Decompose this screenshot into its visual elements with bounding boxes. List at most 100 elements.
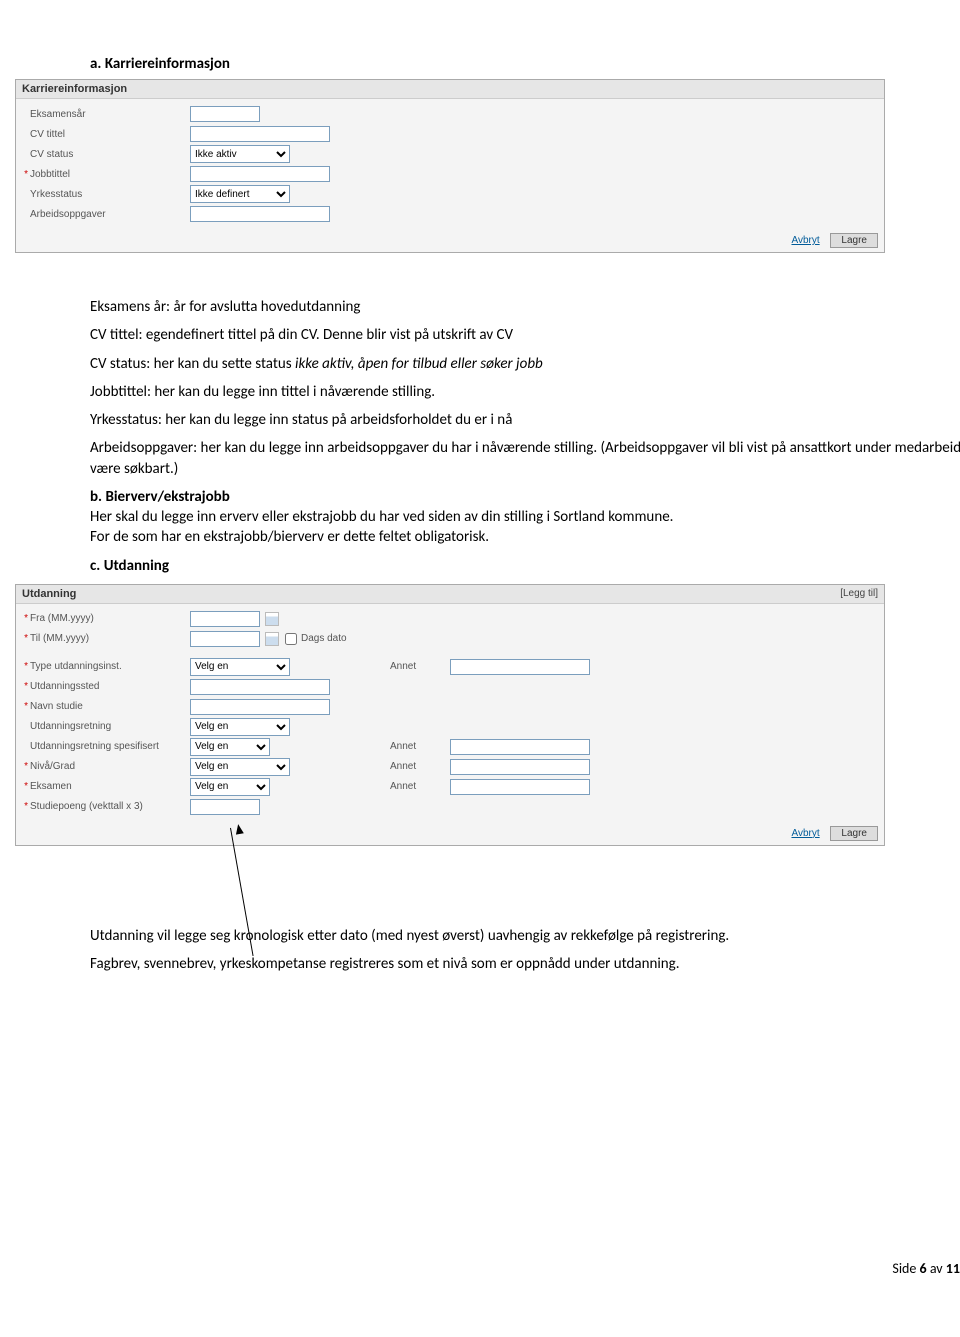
til-input[interactable] <box>190 631 260 647</box>
niva-annet-lbl: Annet <box>390 761 450 772</box>
lbl-cv-tittel: CV tittel <box>30 129 65 140</box>
type-inst-annet-input[interactable] <box>450 659 590 675</box>
dags-dato-checkbox[interactable] <box>285 633 297 645</box>
para-a6: Arbeidsoppgaver: her kan du legge inn ar… <box>90 438 960 479</box>
yrkesstatus-select[interactable]: Ikke definert <box>190 185 290 203</box>
para-c1: Utdanning vil legge seg kronologisk ette… <box>90 926 960 946</box>
calendar-icon[interactable] <box>265 612 279 626</box>
section-b-p2: For de som har en ekstrajobb/bierverv er… <box>90 528 489 546</box>
lbl-utd-retning-spes: Utdanningsretning spesifisert <box>30 741 159 752</box>
lbl-utdanningssted: Utdanningssted <box>30 681 100 692</box>
panel2-body: *Fra (MM.yyyy) *Til (MM.yyyy) Dags dato … <box>16 604 884 822</box>
para-a3-text: CV status: her kan du sette status <box>90 355 295 373</box>
niva-annet-input[interactable] <box>450 759 590 775</box>
lbl-eksamensar: Eksamensår <box>30 109 86 120</box>
panel1-titlebar: Karriereinformasjon <box>16 80 884 99</box>
para-a1: Eksamens år: år for avslutta hovedutdann… <box>90 297 960 317</box>
panel-utdanning: Utdanning [Legg til] *Fra (MM.yyyy) *Til… <box>15 584 885 846</box>
page-footer: Side 6 av 11 <box>892 1260 960 1277</box>
eksamen-annet-lbl: Annet <box>390 781 450 792</box>
panel-karriereinformasjon: Karriereinformasjon Eksamensår CV tittel… <box>15 79 885 253</box>
row-eksamen: *Eksamen Velg en Annet <box>20 778 880 796</box>
type-inst-annet-lbl: Annet <box>390 661 450 672</box>
arbeidsoppgaver-input[interactable] <box>190 206 330 222</box>
footer-prefix: Side <box>892 1260 919 1277</box>
para-a3-italic: ikke aktiv, åpen for tilbud eller søker … <box>295 355 543 373</box>
panel1-actions: Avbryt Lagre <box>16 229 884 252</box>
row-navn-studie: *Navn studie <box>20 698 880 716</box>
utd-retning-select[interactable]: Velg en <box>190 718 290 736</box>
lbl-jobbtittel: Jobbtittel <box>30 169 70 180</box>
row-eksamensar: Eksamensår <box>20 105 880 123</box>
eksamen-select[interactable]: Velg en <box>190 778 270 796</box>
lbl-arbeidsoppgaver: Arbeidsoppgaver <box>30 209 106 220</box>
cv-tittel-input[interactable] <box>190 126 330 142</box>
cv-status-select[interactable]: Ikke aktiv <box>190 145 290 163</box>
section-b: b. Bierverv/ekstrajobb Her skal du legge… <box>90 487 960 548</box>
row-studiepoeng: *Studiepoeng (vekttall x 3) <box>20 798 880 816</box>
lbl-utd-retning: Utdanningsretning <box>30 721 111 732</box>
utdanningssted-input[interactable] <box>190 679 330 695</box>
panel2-avbryt-link[interactable]: Avbryt <box>791 828 819 839</box>
row-utdanningssted: *Utdanningssted <box>20 678 880 696</box>
utd-retning-spes-select[interactable]: Velg en <box>190 738 270 756</box>
type-inst-select[interactable]: Velg en <box>190 658 290 676</box>
lbl-fra: Fra (MM.yyyy) <box>30 613 94 624</box>
section-a-heading: a. Karriereinformasjon <box>90 55 960 73</box>
para-a3: CV status: her kan du sette status ikke … <box>90 354 960 374</box>
lbl-studiepoeng: Studiepoeng (vekttall x 3) <box>30 801 143 812</box>
row-jobbtittel: *Jobbtittel <box>20 165 880 183</box>
row-cv-status: CV status Ikke aktiv <box>20 145 880 163</box>
footer-mid: av <box>927 1260 946 1277</box>
legg-til-link[interactable]: [Legg til] <box>840 588 878 599</box>
utd-retning-spes-annet-input[interactable] <box>450 739 590 755</box>
row-yrkesstatus: Yrkesstatus Ikke definert <box>20 185 880 203</box>
panel1-lagre-button[interactable]: Lagre <box>830 233 878 248</box>
section-c-title: Utdanning <box>104 557 169 575</box>
panel2-title: Utdanning <box>22 588 76 600</box>
calendar-icon[interactable] <box>265 632 279 646</box>
panel1-avbryt-link[interactable]: Avbryt <box>791 235 819 246</box>
fra-input[interactable] <box>190 611 260 627</box>
jobbtittel-input[interactable] <box>190 166 330 182</box>
row-arbeidsoppgaver: Arbeidsoppgaver <box>20 205 880 223</box>
footer-page: 6 <box>920 1260 927 1277</box>
para-a5: Yrkesstatus: her kan du legge inn status… <box>90 410 960 430</box>
panel2-lagre-button[interactable]: Lagre <box>830 826 878 841</box>
dags-dato-label: Dags dato <box>301 633 347 644</box>
row-cv-tittel: CV tittel <box>20 125 880 143</box>
row-utd-retning-spes: Utdanningsretning spesifisert Velg en An… <box>20 738 880 756</box>
lbl-cv-status: CV status <box>30 149 73 160</box>
row-type-inst: *Type utdanningsinst. Velg en Annet <box>20 658 880 676</box>
lbl-til: Til (MM.yyyy) <box>30 633 89 644</box>
eksamen-annet-input[interactable] <box>450 779 590 795</box>
niva-select[interactable]: Velg en <box>190 758 290 776</box>
lbl-niva: Nivå/Grad <box>30 761 75 772</box>
row-niva: *Nivå/Grad Velg en Annet <box>20 758 880 776</box>
panel1-body: Eksamensår CV tittel CV status Ikke akti… <box>16 99 884 229</box>
panel2-titlebar: Utdanning [Legg til] <box>16 585 884 604</box>
eksamensar-input[interactable] <box>190 106 260 122</box>
para-a2: CV tittel: egendefinert tittel på din CV… <box>90 325 960 345</box>
section-c-heading: c. Utdanning <box>90 556 960 576</box>
navn-studie-input[interactable] <box>190 699 330 715</box>
lbl-type-inst: Type utdanningsinst. <box>30 661 122 672</box>
row-fra: *Fra (MM.yyyy) <box>20 610 880 628</box>
row-til: *Til (MM.yyyy) Dags dato <box>20 630 880 648</box>
row-utd-retning: Utdanningsretning Velg en <box>20 718 880 736</box>
section-a-title: Karriereinformasjon <box>105 55 230 73</box>
lbl-yrkesstatus: Yrkesstatus <box>30 189 82 200</box>
panel2-actions: Avbryt Lagre <box>16 822 884 845</box>
section-b-label: b. <box>90 488 102 506</box>
arrow-head-icon <box>234 823 244 834</box>
lbl-eksamen: Eksamen <box>30 781 72 792</box>
studiepoeng-input[interactable] <box>190 799 260 815</box>
section-c-label: c. <box>90 557 100 575</box>
para-c2: Fagbrev, svennebrev, yrkeskompetanse reg… <box>90 954 960 974</box>
section-a-label: a. <box>90 55 101 73</box>
section-b-title: Bierverv/ekstrajobb <box>105 488 229 506</box>
footer-total: 11 <box>946 1260 960 1277</box>
lbl-navn-studie: Navn studie <box>30 701 83 712</box>
utd-retning-spes-annet-lbl: Annet <box>390 741 450 752</box>
panel1-title: Karriereinformasjon <box>22 83 127 95</box>
